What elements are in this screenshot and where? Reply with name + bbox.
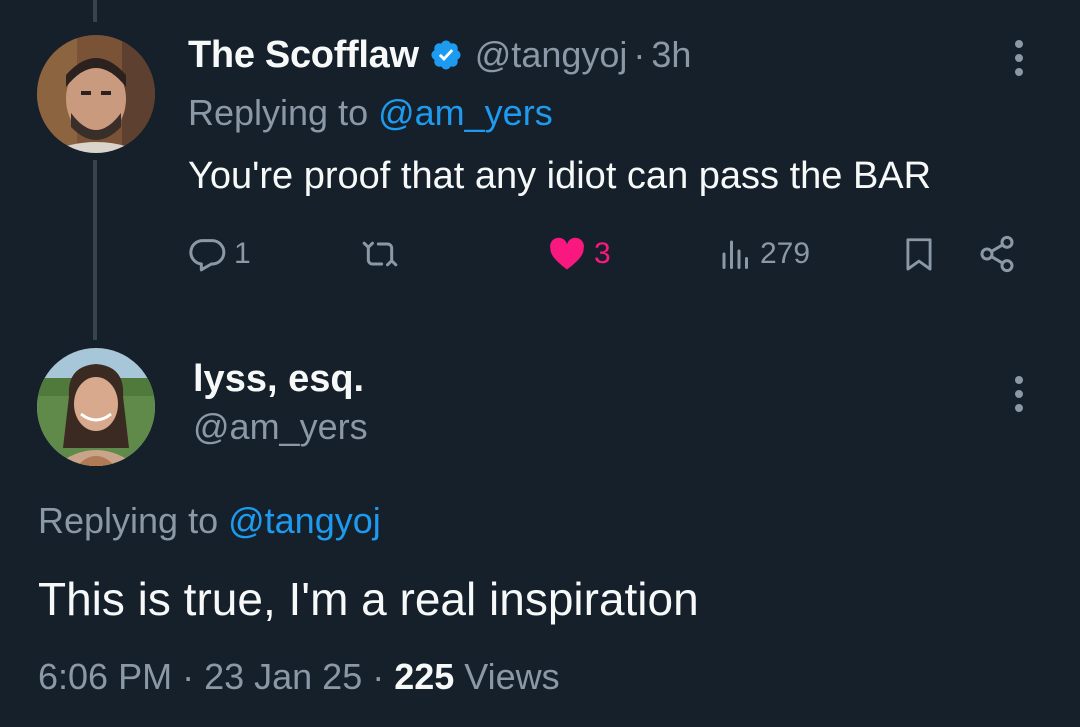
- replying-to-line: Replying to @tangyoj: [38, 500, 381, 542]
- views-button[interactable]: 279: [718, 234, 810, 274]
- replying-to-mention[interactable]: @tangyoj: [228, 500, 381, 541]
- views-count[interactable]: 225: [394, 656, 454, 697]
- views-label: Views: [454, 656, 560, 697]
- author-handle[interactable]: @tangyoj: [475, 34, 628, 76]
- author-name[interactable]: lyss, esq.: [193, 358, 364, 401]
- view-count: 279: [760, 237, 811, 270]
- author-name[interactable]: The Scofflaw: [188, 34, 419, 77]
- reply-button[interactable]: 1: [188, 234, 251, 274]
- tweet-text: You're proof that any idiot can pass the…: [188, 155, 932, 197]
- views-icon: [722, 240, 748, 269]
- separator-dot: ·: [362, 656, 395, 697]
- verified-badge-icon: [429, 38, 463, 72]
- like-count: 3: [594, 237, 611, 270]
- author-handle[interactable]: @am_yers: [193, 406, 368, 448]
- separator-dot: ·: [633, 34, 646, 75]
- share-button[interactable]: [976, 234, 1018, 274]
- like-icon: [550, 237, 584, 270]
- tweet-actions: 1 3 279: [188, 234, 1028, 284]
- replying-to-line: Replying to @am_yers: [188, 92, 553, 134]
- tweet-meta: 6:06 PM · 23 Jan 25 · 225 Views: [38, 656, 560, 698]
- thread-line: [93, 160, 97, 340]
- retweet-button[interactable]: [358, 234, 408, 274]
- thread-line-top: [93, 0, 97, 22]
- tweet-text: This is true, I'm a real inspiration: [38, 573, 699, 625]
- tweet1-header: The Scofflaw @tangyoj · 3h: [188, 30, 691, 80]
- tweet-time[interactable]: 6:06 PM: [38, 656, 172, 697]
- like-button[interactable]: 3: [546, 234, 611, 274]
- tweet-date[interactable]: 23 Jan 25: [204, 656, 362, 697]
- replying-to-label: Replying to: [38, 500, 229, 541]
- share-icon: [980, 235, 1014, 273]
- retweet-icon: [362, 241, 398, 267]
- bookmark-button[interactable]: [900, 234, 938, 274]
- replying-to-label: Replying to: [188, 92, 379, 133]
- reply-icon: [189, 239, 226, 272]
- reply-count: 1: [234, 237, 251, 270]
- bookmark-icon: [906, 238, 932, 271]
- more-icon[interactable]: [1014, 40, 1024, 76]
- separator-dot: ·: [172, 656, 205, 697]
- avatar-the-scofflaw[interactable]: [37, 35, 155, 153]
- more-icon[interactable]: [1014, 376, 1024, 412]
- tweet-time[interactable]: 3h: [651, 34, 691, 76]
- avatar-lyss[interactable]: [37, 348, 155, 466]
- replying-to-mention[interactable]: @am_yers: [378, 92, 553, 133]
